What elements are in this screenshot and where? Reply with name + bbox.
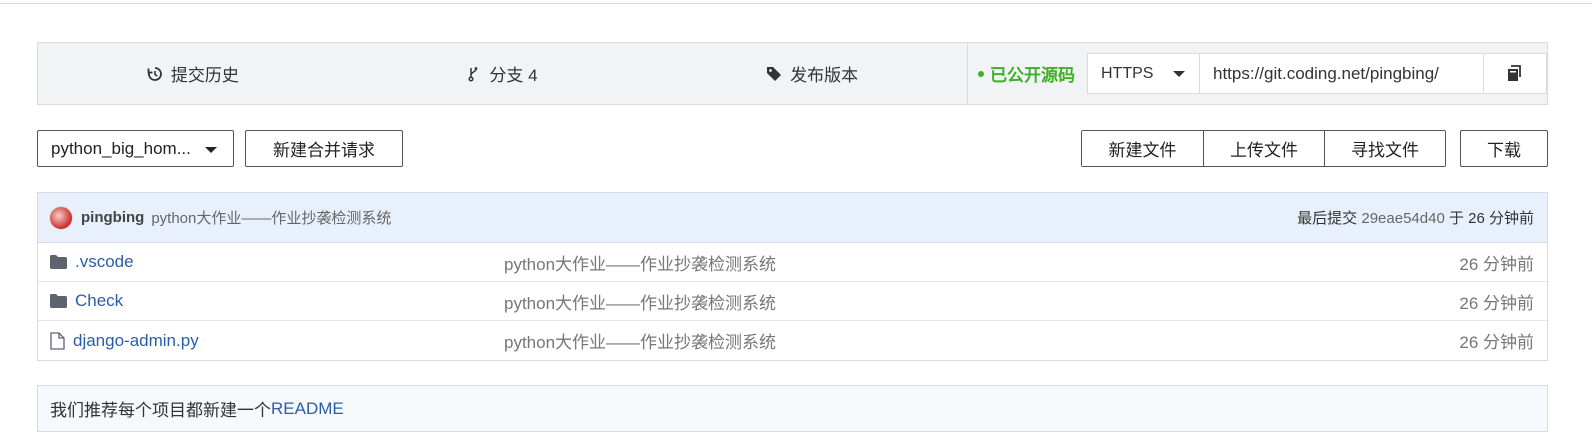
protocol-value: HTTPS xyxy=(1101,64,1154,82)
readme-notice: 我们推荐每个项目都新建一个 README xyxy=(37,385,1548,432)
protocol-select[interactable]: HTTPS xyxy=(1087,53,1200,94)
stats-group: 提交历史 分支 4 发布版本 xyxy=(38,43,968,104)
file-name[interactable]: .vscode xyxy=(50,252,504,272)
new-merge-request-button[interactable]: 新建合并请求 xyxy=(245,130,403,167)
branch-select-value: python_big_hom... xyxy=(51,138,191,158)
download-button[interactable]: 下载 xyxy=(1460,130,1548,167)
chevron-down-icon xyxy=(1173,71,1185,77)
file-name-label: Check xyxy=(75,291,124,310)
visibility-dot xyxy=(978,70,984,77)
last-commit-label: 最后提交 xyxy=(1297,210,1358,227)
new-file-button[interactable]: 新建文件 xyxy=(1082,131,1203,166)
commit-author[interactable]: pingbing xyxy=(81,209,144,226)
readme-link[interactable]: README xyxy=(271,399,344,419)
commit-hash[interactable]: 29eae54d40 xyxy=(1361,210,1444,227)
repo-stats-bar: 提交历史 分支 4 发布版本 已公开源码 HTTPS xyxy=(37,42,1548,105)
file-name-label: .vscode xyxy=(75,252,134,271)
visibility-badge: 已公开源码 xyxy=(978,61,1075,86)
commit-history-label: 提交历史 xyxy=(170,66,239,85)
file-commit-message[interactable]: python大作业——作业抄袭检测系统 xyxy=(504,250,776,275)
file-name[interactable]: django-admin.py xyxy=(50,331,504,351)
branch-icon xyxy=(468,66,478,82)
tag-icon xyxy=(767,66,782,81)
find-file-button[interactable]: 寻找文件 xyxy=(1324,131,1445,166)
releases-label: 发布版本 xyxy=(790,66,859,85)
file-actions-group: 新建文件 上传文件 寻找文件 xyxy=(1081,130,1446,167)
file-name[interactable]: Check xyxy=(50,291,504,311)
copy-url-button[interactable] xyxy=(1484,53,1547,94)
last-commit-bar: pingbing python大作业——作业抄袭检测系统 最后提交 29eae5… xyxy=(38,193,1547,243)
readme-notice-text: 我们推荐每个项目都新建一个 xyxy=(50,401,271,420)
table-row: django-admin.py python大作业——作业抄袭检测系统 26 分… xyxy=(38,321,1547,360)
branches-link[interactable]: 分支 4 xyxy=(348,61,658,86)
upload-file-button[interactable]: 上传文件 xyxy=(1203,131,1324,166)
clone-group: 已公开源码 HTTPS xyxy=(968,43,1547,104)
table-row: .vscode python大作业——作业抄袭检测系统 26 分钟前 xyxy=(38,243,1547,282)
history-icon xyxy=(147,66,162,81)
file-commit-message[interactable]: python大作业——作业抄袭检测系统 xyxy=(504,328,776,353)
commit-time: 于 26 分钟前 xyxy=(1448,210,1534,227)
visibility-label: 已公开源码 xyxy=(990,66,1075,85)
table-row: Check python大作业——作业抄袭检测系统 26 分钟前 xyxy=(38,282,1547,321)
commit-history-link[interactable]: 提交历史 xyxy=(38,61,348,86)
file-table: pingbing python大作业——作业抄袭检测系统 最后提交 29eae5… xyxy=(37,192,1548,361)
copy-icon xyxy=(1508,64,1521,81)
file-commit-message[interactable]: python大作业——作业抄袭检测系统 xyxy=(504,289,776,314)
file-name-label: django-admin.py xyxy=(73,330,199,350)
file-time: 26 分钟前 xyxy=(1459,254,1534,274)
chevron-down-icon xyxy=(205,147,217,153)
branches-label: 分支 4 xyxy=(489,66,538,85)
file-icon xyxy=(50,331,65,350)
folder-icon xyxy=(50,294,67,308)
avatar[interactable] xyxy=(49,205,73,230)
commit-message[interactable]: python大作业——作业抄袭检测系统 xyxy=(151,207,391,228)
top-border xyxy=(0,0,1592,4)
commit-info: 最后提交 29eae54d40 于 26 分钟前 xyxy=(1297,207,1534,228)
branch-select[interactable]: python_big_hom... xyxy=(37,130,234,167)
file-time: 26 分钟前 xyxy=(1459,293,1534,313)
clone-url-input[interactable] xyxy=(1200,53,1484,94)
folder-icon xyxy=(50,255,67,269)
releases-link[interactable]: 发布版本 xyxy=(657,61,967,86)
file-time: 26 分钟前 xyxy=(1459,333,1534,352)
